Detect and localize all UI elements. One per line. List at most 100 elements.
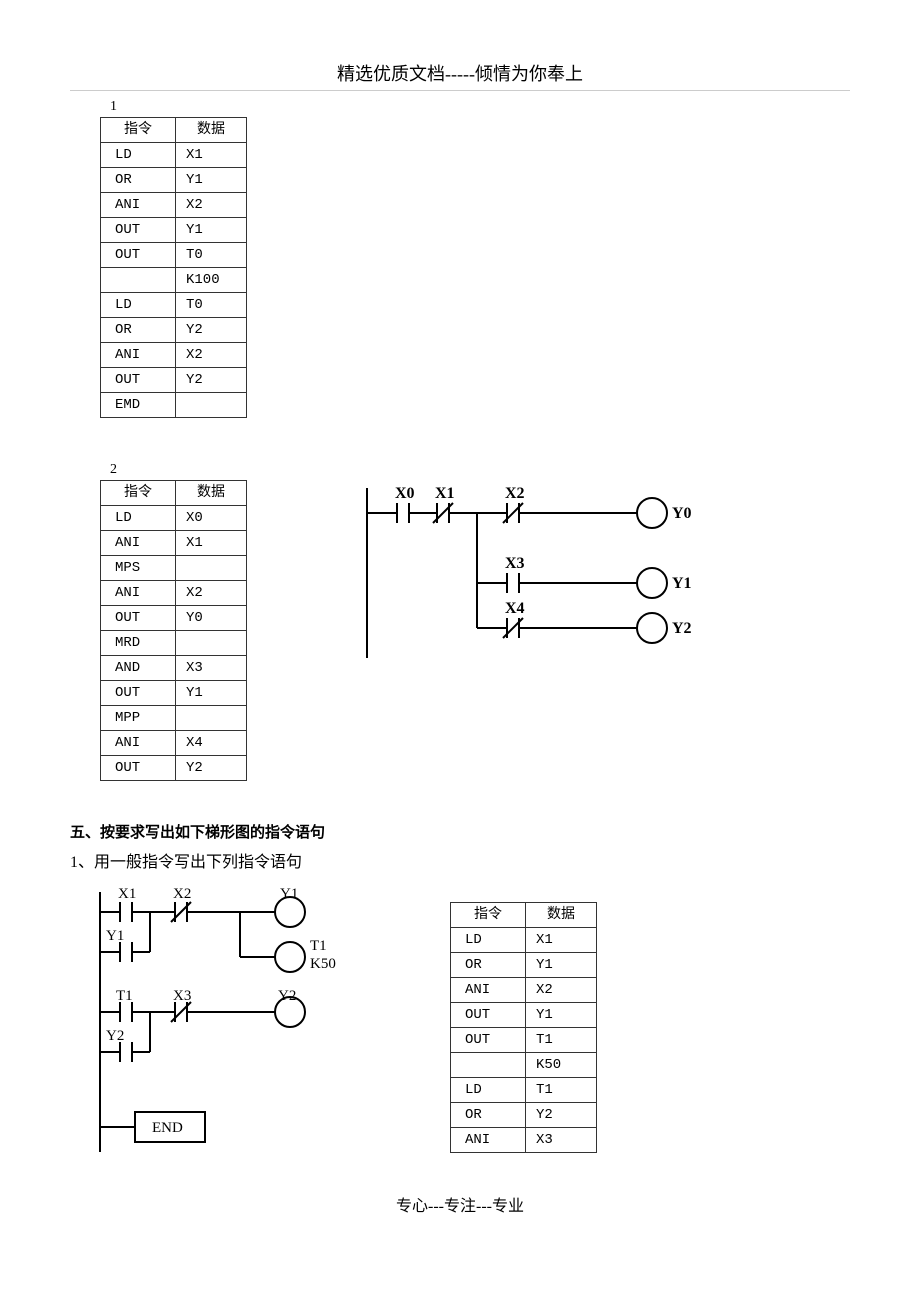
table-cell: T1 xyxy=(526,1078,597,1103)
table-cell: OR xyxy=(451,1103,526,1128)
th-instr: 指令 xyxy=(101,481,176,506)
lbl-x1: X1 xyxy=(435,485,455,502)
table-row: OUTT0 xyxy=(101,243,247,268)
section-5-sub1: 1、用一般指令写出下列指令语句 xyxy=(70,848,850,872)
table-cell: OUT xyxy=(451,1028,526,1053)
table-row: ANIX2 xyxy=(101,343,247,368)
lbl3-k50: K50 xyxy=(310,956,336,972)
table-cell: OR xyxy=(101,168,176,193)
th-instr: 指令 xyxy=(101,118,176,143)
table-cell: K100 xyxy=(176,268,247,293)
instruction-table-2: 指令 数据 LDX0ANIX1MPSANIX2OUTY0MRDANDX3OUTY… xyxy=(100,480,247,781)
table-cell: EMD xyxy=(101,393,176,418)
th-data: 数据 xyxy=(526,903,597,928)
table-row: OUTY1 xyxy=(451,1003,597,1028)
table-cell: LD xyxy=(101,506,176,531)
table-cell: Y0 xyxy=(176,606,247,631)
th-data: 数据 xyxy=(176,481,247,506)
table-row: ANIX4 xyxy=(101,731,247,756)
table-cell: OUT xyxy=(101,218,176,243)
lbl-y2: Y2 xyxy=(672,620,692,637)
table-cell: OUT xyxy=(101,243,176,268)
table-cell: OR xyxy=(451,953,526,978)
table-cell xyxy=(176,631,247,656)
table-row: ANIX1 xyxy=(101,531,247,556)
table-cell xyxy=(451,1053,526,1078)
table-cell: T1 xyxy=(526,1028,597,1053)
lbl3-x1: X1 xyxy=(118,886,136,902)
table-cell: K50 xyxy=(526,1053,597,1078)
table-cell: Y1 xyxy=(176,218,247,243)
th-instr: 指令 xyxy=(451,903,526,928)
lbl-x2: X2 xyxy=(505,485,525,502)
table-row: ORY2 xyxy=(451,1103,597,1128)
th-data: 数据 xyxy=(176,118,247,143)
table-cell: Y2 xyxy=(176,318,247,343)
table-row: ANDX3 xyxy=(101,656,247,681)
table-cell: X1 xyxy=(176,143,247,168)
table-cell xyxy=(176,556,247,581)
page-header: 精选优质文档-----倾情为你奉上 xyxy=(70,60,850,91)
ladder-diagram-3: X1 X2 Y1 Y1 T1 K50 T1 X3 Y2 Y2 END xyxy=(80,882,350,1162)
table-cell: ANI xyxy=(101,343,176,368)
table-cell: Y2 xyxy=(176,368,247,393)
table-cell: X3 xyxy=(176,656,247,681)
table-cell xyxy=(176,706,247,731)
table-row: ORY1 xyxy=(451,953,597,978)
table-cell: X1 xyxy=(176,531,247,556)
table-cell: Y1 xyxy=(176,681,247,706)
table-cell: LD xyxy=(101,143,176,168)
table-cell: OUT xyxy=(101,606,176,631)
table-row: K100 xyxy=(101,268,247,293)
table-cell: LD xyxy=(451,1078,526,1103)
table-row: EMD xyxy=(101,393,247,418)
lbl3-y1: Y1 xyxy=(280,886,298,902)
table-row: LDT0 xyxy=(101,293,247,318)
table-cell: LD xyxy=(101,293,176,318)
table-cell: Y1 xyxy=(176,168,247,193)
table-cell: Y2 xyxy=(176,756,247,781)
table-cell: X2 xyxy=(176,343,247,368)
table-row: K50 xyxy=(451,1053,597,1078)
table-cell: ANI xyxy=(101,531,176,556)
table-row: MPP xyxy=(101,706,247,731)
table-row: ANIX2 xyxy=(451,978,597,1003)
table-cell: ANI xyxy=(101,731,176,756)
table-cell: T0 xyxy=(176,243,247,268)
table-cell: ANI xyxy=(101,193,176,218)
instruction-table-3: 指令 数据 LDX1ORY1ANIX2OUTY1OUTT1K50LDT1ORY2… xyxy=(450,902,597,1153)
lbl3-t1: T1 xyxy=(310,938,327,954)
lbl3-y1b: Y1 xyxy=(106,928,124,944)
table-cell: X4 xyxy=(176,731,247,756)
table-row: ORY1 xyxy=(101,168,247,193)
table-cell: Y2 xyxy=(526,1103,597,1128)
table-cell: X2 xyxy=(176,581,247,606)
ladder-diagram-2: X0 X1 X2 Y0 X3 Y1 X4 Y2 xyxy=(347,468,707,678)
table-cell: T0 xyxy=(176,293,247,318)
table-cell: X0 xyxy=(176,506,247,531)
table-cell: Y1 xyxy=(526,1003,597,1028)
instruction-table-1: 指令 数据 LDX1ORY1ANIX2OUTY1OUTT0K100LDT0ORY… xyxy=(100,117,247,418)
table-row: OUTY2 xyxy=(101,756,247,781)
lbl-x3: X3 xyxy=(505,555,525,572)
table1-label: 1 xyxy=(110,99,850,115)
table-row: LDX1 xyxy=(101,143,247,168)
table-cell xyxy=(101,268,176,293)
lbl-y0: Y0 xyxy=(672,505,692,522)
table-row: OUTY2 xyxy=(101,368,247,393)
table-cell: Y1 xyxy=(526,953,597,978)
page-footer: 专心---专注---专业 xyxy=(70,1192,850,1216)
lbl3-t1b: T1 xyxy=(116,988,133,1004)
table-cell: OUT xyxy=(101,368,176,393)
table-cell: X3 xyxy=(526,1128,597,1153)
table-row: OUTT1 xyxy=(451,1028,597,1053)
table-row: OUTY0 xyxy=(101,606,247,631)
table-row: MPS xyxy=(101,556,247,581)
table-cell: ANI xyxy=(101,581,176,606)
lbl3-y2: Y2 xyxy=(278,988,296,1004)
table-row: ANIX3 xyxy=(451,1128,597,1153)
table-row: MRD xyxy=(101,631,247,656)
lbl-x0: X0 xyxy=(395,485,415,502)
lbl-y1: Y1 xyxy=(672,575,692,592)
lbl3-end: END xyxy=(152,1120,183,1136)
